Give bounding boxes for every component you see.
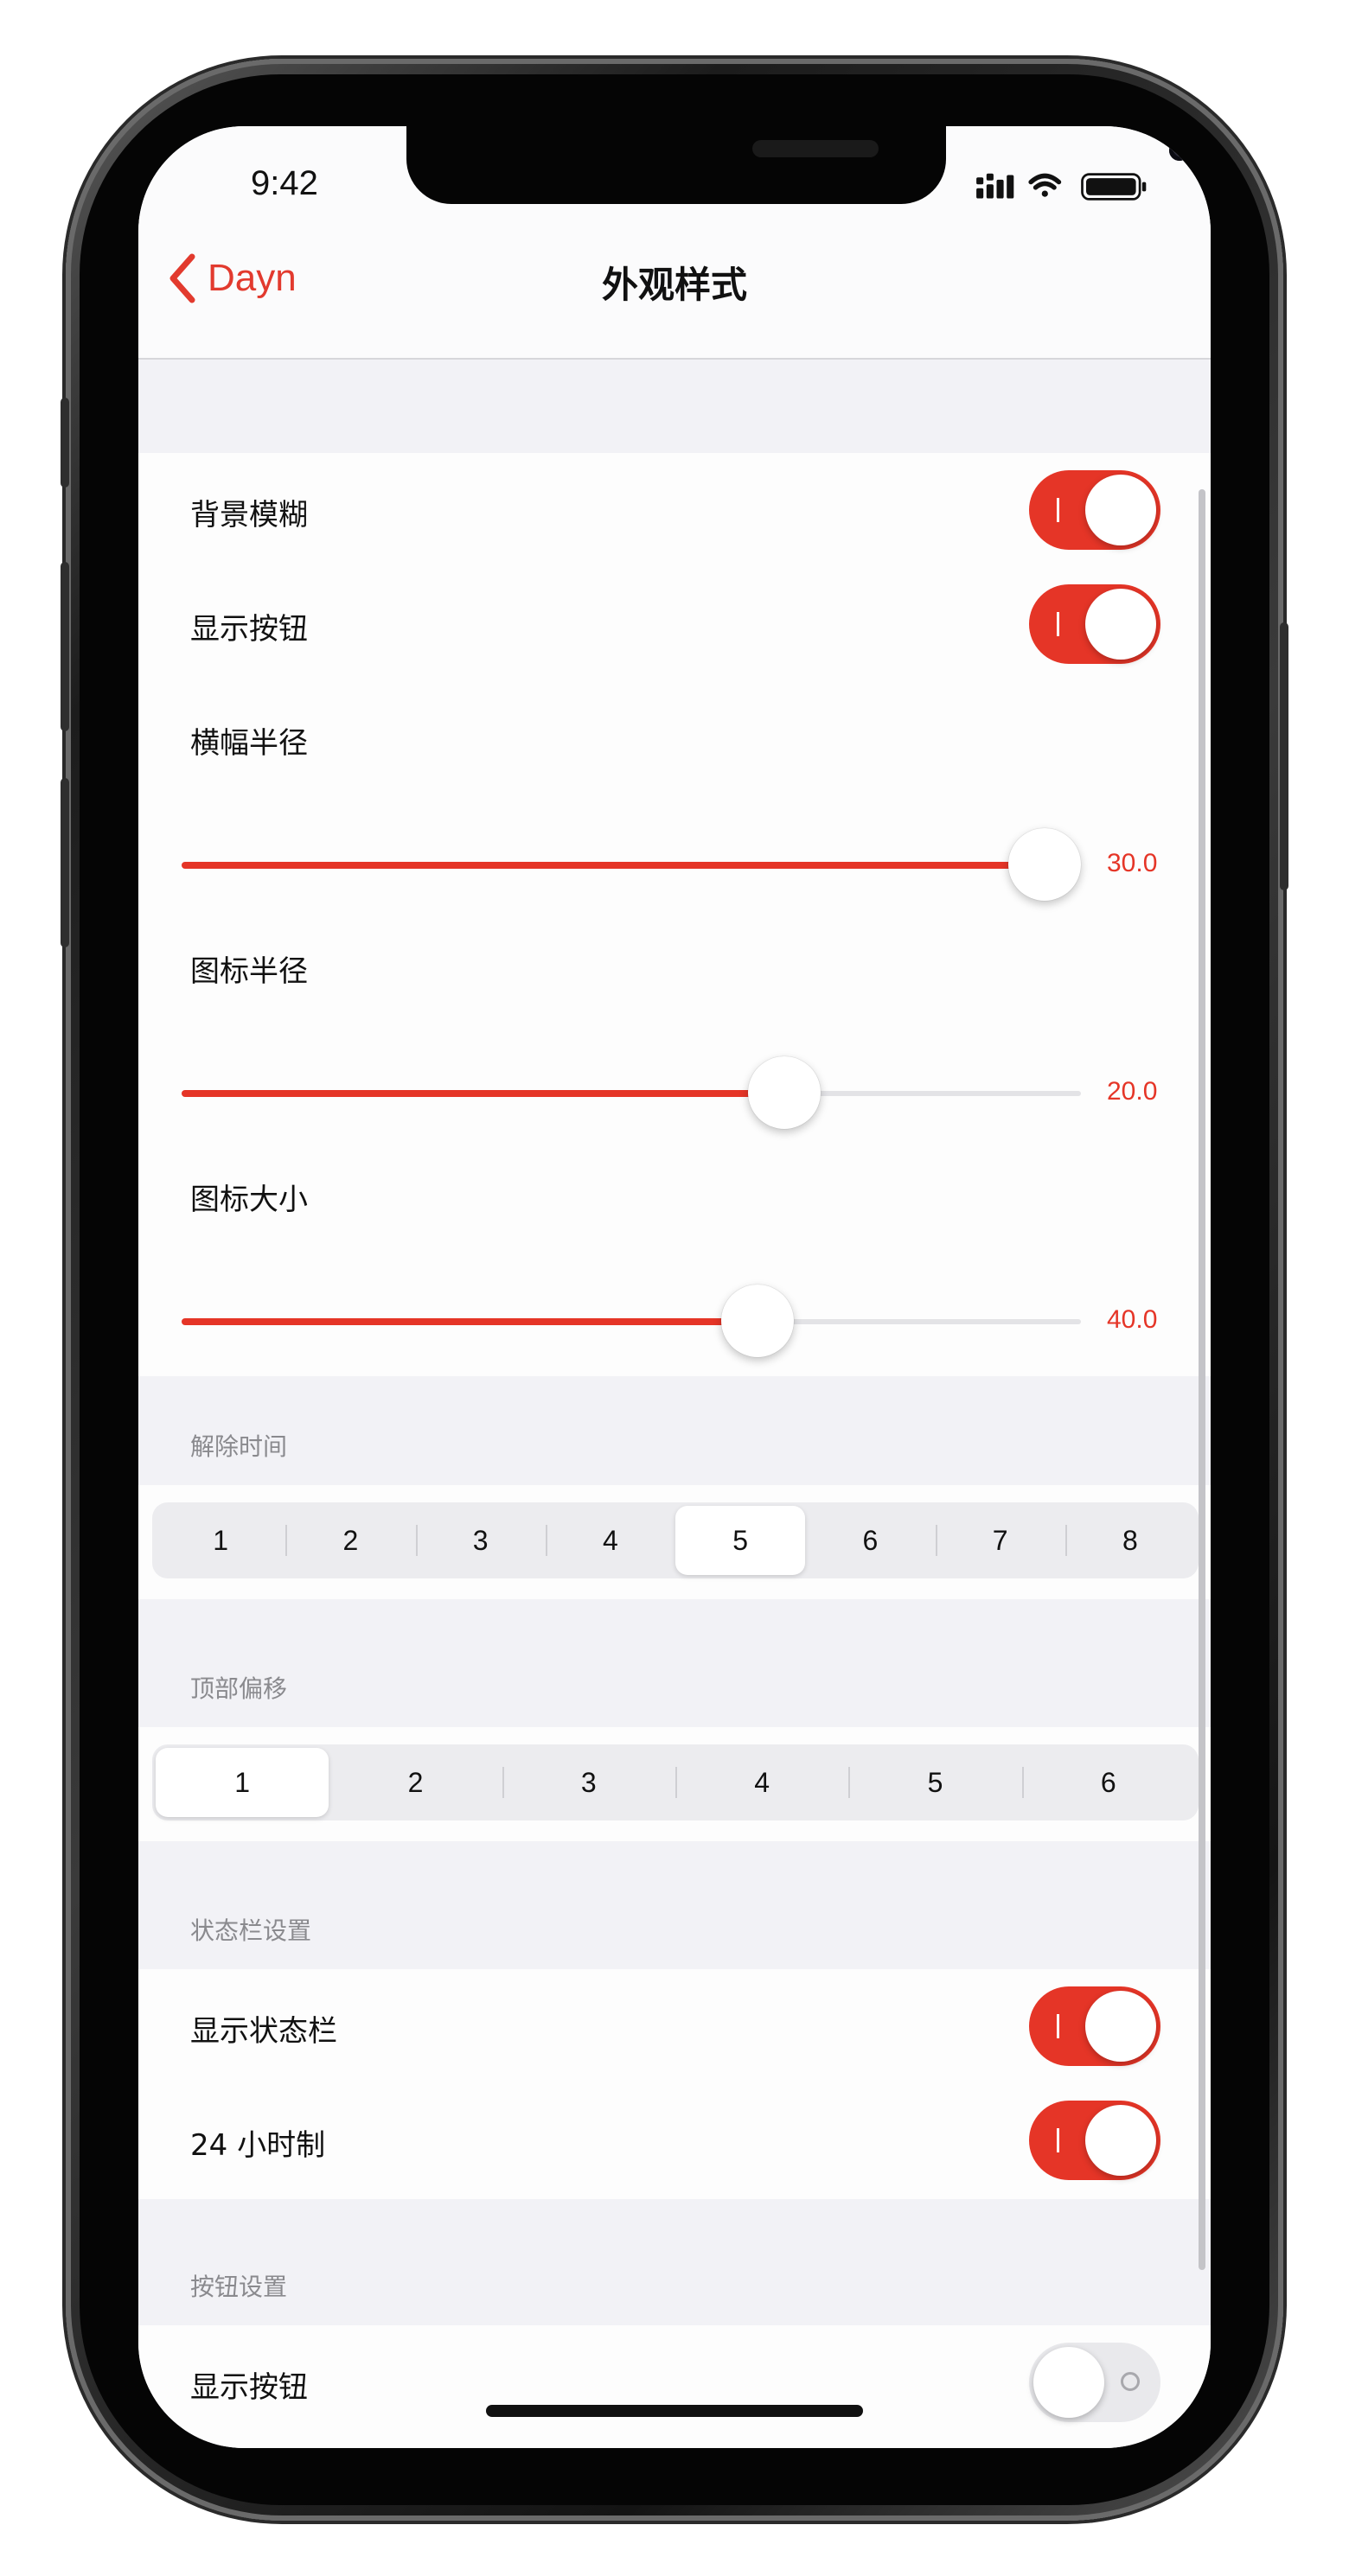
button-settings-header: 按钮设置 bbox=[190, 2273, 288, 2301]
button-settings-group: 显示按钮 bbox=[138, 2325, 1211, 2448]
dismiss-time-group: 12345678 bbox=[138, 1485, 1211, 1599]
segment-option[interactable]: 5 bbox=[848, 1748, 1021, 1817]
icon-size-label: 图标大小 bbox=[190, 1183, 308, 1217]
button-settings-show-buttons-toggle[interactable] bbox=[1029, 2343, 1160, 2422]
show-buttons-label: 显示按钮 bbox=[190, 612, 308, 647]
background-blur-toggle[interactable] bbox=[1029, 470, 1160, 550]
twenty-four-hour-label: 24 小时制 bbox=[190, 2128, 326, 2163]
banner-radius-slider[interactable] bbox=[182, 828, 1081, 901]
earpiece-speaker bbox=[752, 140, 879, 157]
twenty-four-hour-toggle[interactable] bbox=[1029, 2101, 1160, 2180]
toggle-on-mark bbox=[1057, 2014, 1059, 2038]
top-offset-group: 123456 bbox=[138, 1727, 1211, 1841]
segment-option[interactable]: 6 bbox=[1021, 1748, 1195, 1817]
slider-fill bbox=[182, 862, 1045, 869]
segment-option[interactable]: 4 bbox=[674, 1748, 848, 1817]
show-status-bar-label: 显示状态栏 bbox=[190, 2014, 337, 2049]
segment-option[interactable]: 6 bbox=[805, 1506, 935, 1575]
page-title: 外观样式 bbox=[601, 264, 747, 306]
toggle-on-mark bbox=[1057, 498, 1059, 522]
notch bbox=[406, 126, 1190, 204]
segment-option[interactable]: 5 bbox=[675, 1506, 806, 1575]
slider-thumb[interactable] bbox=[747, 1056, 821, 1129]
status-time: 9:42 bbox=[251, 164, 318, 202]
front-camera bbox=[1169, 140, 1190, 161]
toggle-knob bbox=[1033, 2347, 1104, 2418]
cellular-signal-icon bbox=[976, 173, 1014, 199]
top-offset-header: 顶部偏移 bbox=[190, 1674, 288, 1703]
segment-option[interactable]: 8 bbox=[1064, 1506, 1195, 1575]
battery-icon bbox=[1081, 173, 1147, 201]
segment-option[interactable]: 1 bbox=[156, 1506, 285, 1575]
dismiss-time-header: 解除时间 bbox=[190, 1432, 288, 1461]
segment-option[interactable]: 7 bbox=[935, 1506, 1065, 1575]
volume-up-button bbox=[61, 562, 69, 731]
toggle-on-mark bbox=[1057, 2128, 1059, 2152]
segment-option[interactable]: 1 bbox=[156, 1748, 329, 1817]
segment-option[interactable]: 2 bbox=[329, 1748, 502, 1817]
slider-fill bbox=[182, 1090, 784, 1097]
segment-option[interactable]: 3 bbox=[415, 1506, 546, 1575]
icon-radius-value: 20.0 bbox=[1107, 1077, 1158, 1106]
power-button bbox=[1280, 622, 1288, 890]
show-buttons-toggle[interactable] bbox=[1029, 584, 1160, 664]
top-offset-segmented-control[interactable]: 123456 bbox=[152, 1744, 1199, 1820]
show-status-bar-toggle[interactable] bbox=[1029, 1986, 1160, 2066]
toggle-knob bbox=[1085, 475, 1156, 545]
show-buttons-label: 显示按钮 bbox=[190, 2370, 308, 2405]
navigation-bar: Dayn 外观样式 bbox=[138, 209, 1211, 360]
banner-radius-label: 横幅半径 bbox=[190, 726, 308, 761]
banner-radius-value: 30.0 bbox=[1107, 849, 1158, 877]
status-icons bbox=[976, 173, 1147, 201]
toggle-knob bbox=[1085, 1991, 1156, 2062]
volume-down-button bbox=[61, 778, 69, 947]
appearance-group: 背景模糊 显示按钮 横幅半径 30.0 图标半径 20.0 图标大小 40.0 bbox=[138, 453, 1211, 1376]
icon-size-slider[interactable] bbox=[182, 1285, 1081, 1357]
dismiss-time-segmented-control[interactable]: 12345678 bbox=[152, 1502, 1199, 1578]
slider-thumb[interactable] bbox=[1008, 828, 1081, 901]
segment-option[interactable]: 3 bbox=[502, 1748, 675, 1817]
phone-screen: 9:42 Dayn 外观样式 背景模糊 显示按钮 横幅半径 30.0 图标半径 … bbox=[138, 126, 1211, 2448]
slider-thumb[interactable] bbox=[720, 1285, 794, 1357]
icon-radius-slider[interactable] bbox=[182, 1056, 1081, 1129]
segment-option[interactable]: 2 bbox=[285, 1506, 415, 1575]
slider-fill bbox=[182, 1318, 758, 1325]
icon-size-value: 40.0 bbox=[1107, 1305, 1158, 1334]
scrollbar[interactable] bbox=[1199, 489, 1205, 2270]
background-blur-label: 背景模糊 bbox=[190, 498, 308, 532]
mute-switch bbox=[61, 398, 69, 488]
segment-option[interactable]: 4 bbox=[545, 1506, 675, 1575]
toggle-off-mark bbox=[1121, 2372, 1140, 2391]
home-indicator[interactable] bbox=[486, 2405, 863, 2417]
status-bar-settings-group: 显示状态栏 24 小时制 bbox=[138, 1969, 1211, 2199]
icon-radius-label: 图标半径 bbox=[190, 954, 308, 989]
status-bar-settings-header: 状态栏设置 bbox=[190, 1916, 312, 1945]
wifi-icon bbox=[1028, 173, 1062, 197]
toggle-on-mark bbox=[1057, 612, 1059, 636]
toggle-knob bbox=[1085, 2105, 1156, 2176]
toggle-knob bbox=[1085, 589, 1156, 660]
